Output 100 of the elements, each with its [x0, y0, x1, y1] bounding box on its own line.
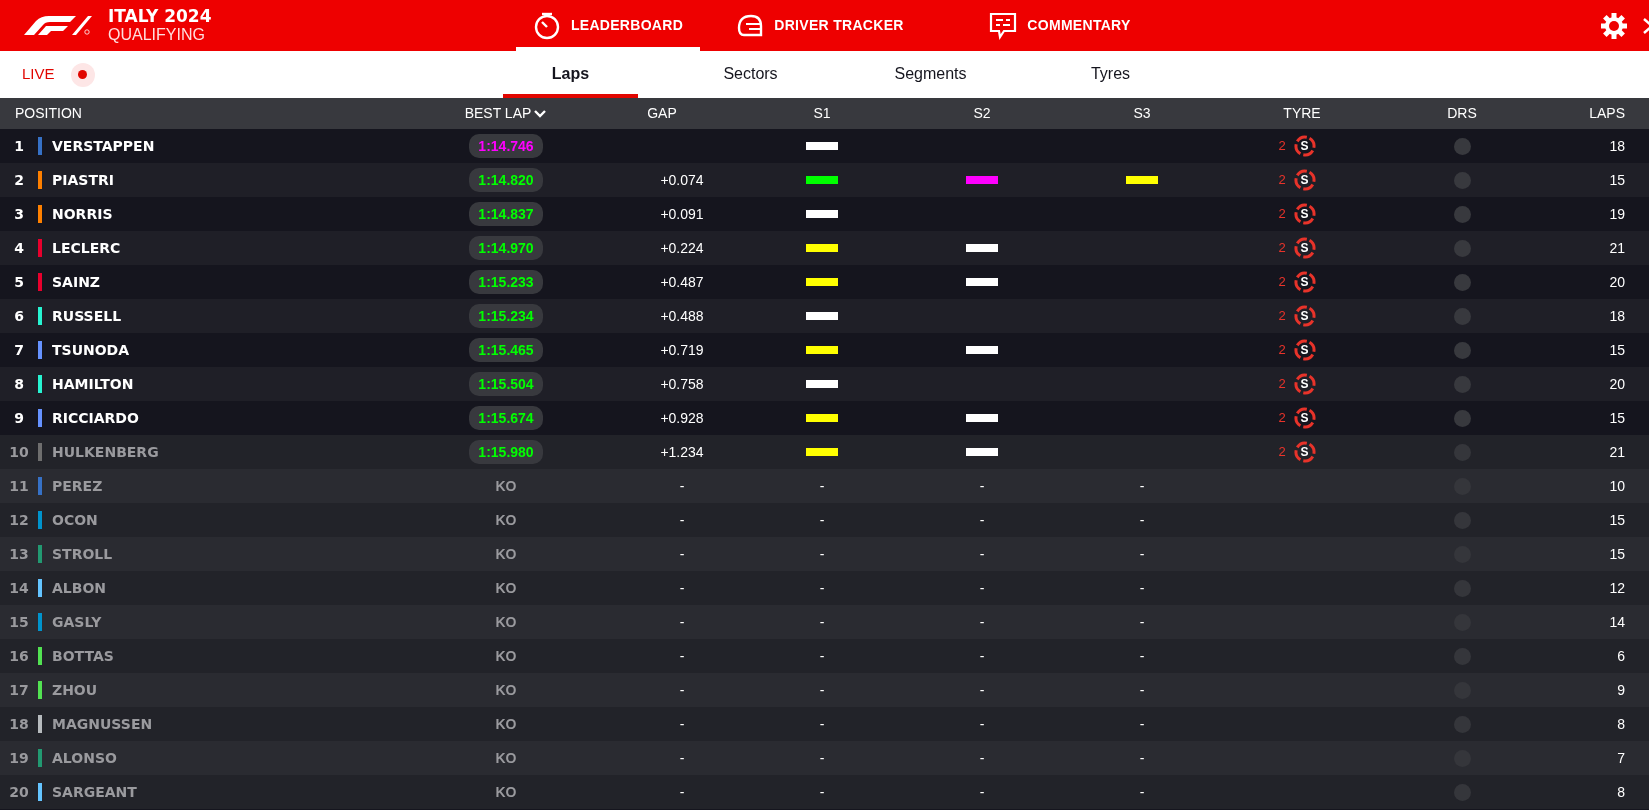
column-header[interactable]: BEST LAP	[464, 103, 532, 124]
driver-name: HULKENBERG	[51, 442, 160, 462]
sector-value: -	[819, 510, 825, 530]
knocked-out-label: KO	[495, 680, 517, 700]
knocked-out-label: KO	[495, 510, 517, 530]
position-number: 17	[8, 680, 30, 700]
nav-tab[interactable]: COMMENTARY	[940, 0, 1180, 51]
position-number: 3	[13, 204, 25, 224]
gap-value: +0.719	[660, 340, 704, 360]
laps-count: 6	[1617, 647, 1625, 664]
drs-indicator-icon	[1453, 375, 1471, 393]
sector-value: -	[979, 612, 985, 632]
column-header: S3	[1133, 104, 1151, 123]
knocked-out-label: KO	[495, 476, 517, 496]
position-number: 18	[8, 714, 30, 734]
driver-name: ALONSO	[51, 748, 118, 768]
sector-value: -	[979, 782, 985, 802]
knocked-out-label: KO	[495, 748, 517, 768]
view-tab[interactable]: Segments	[863, 51, 998, 98]
settings-icon[interactable]	[1599, 10, 1629, 41]
laps-count: 14	[1609, 613, 1625, 630]
column-header: POSITION	[15, 105, 82, 121]
sector-value: -	[1139, 578, 1145, 598]
knocked-out-label: KO	[495, 578, 517, 598]
laps-count: 19	[1609, 205, 1625, 222]
driver-name: RICCIARDO	[51, 408, 140, 428]
position-number: 20	[8, 782, 30, 802]
drs-indicator-icon	[1453, 409, 1471, 427]
column-header: S1	[813, 104, 831, 123]
tyre-compound: S	[1293, 339, 1316, 361]
sector-value: -	[1139, 646, 1145, 666]
helmet-icon	[736, 12, 765, 39]
gap-value: -	[679, 510, 685, 530]
gap-value: -	[679, 748, 685, 768]
gap-value: +0.074	[660, 170, 704, 190]
sector-value: -	[819, 646, 825, 666]
laps-count: 18	[1609, 307, 1625, 324]
tyre-compound: S	[1293, 305, 1316, 327]
position-number: 13	[8, 544, 30, 564]
tyre-compound: S	[1293, 271, 1316, 293]
sector-value: -	[819, 544, 825, 564]
sector-value: -	[1139, 510, 1145, 530]
drs-indicator-icon	[1453, 307, 1471, 325]
position-number: 5	[13, 272, 25, 292]
tyre-compound: S	[1293, 441, 1316, 463]
laps-count: 8	[1617, 783, 1625, 800]
position-number: 2	[13, 170, 25, 190]
gap-value: +0.488	[660, 306, 704, 326]
drs-indicator-icon	[1453, 137, 1471, 155]
lap-time: 1:15.674	[469, 406, 543, 430]
view-tab[interactable]: Tyres	[1043, 51, 1178, 98]
sector-value: -	[819, 476, 825, 496]
laps-count: 15	[1609, 409, 1625, 426]
laps-count: 21	[1609, 239, 1625, 256]
driver-name: PEREZ	[51, 476, 104, 496]
position-number: 15	[8, 612, 30, 632]
nav-tab[interactable]: DRIVER TRACKER	[700, 0, 940, 51]
position-number: 14	[8, 578, 30, 598]
position-number: 11	[8, 476, 30, 496]
lap-time: 1:15.980	[469, 440, 543, 464]
driver-name: LECLERC	[51, 238, 122, 258]
driver-name: TSUNODA	[51, 340, 131, 360]
sort-chevron-icon[interactable]	[533, 108, 548, 119]
lap-time: 1:14.837	[469, 202, 543, 226]
laps-count: 15	[1609, 511, 1625, 528]
position-number: 16	[8, 646, 30, 666]
lap-time: 1:15.234	[469, 304, 543, 328]
lap-time: 1:14.820	[469, 168, 543, 192]
column-header: GAP	[647, 104, 677, 123]
driver-name: OCON	[51, 510, 99, 530]
sector-value: -	[1139, 680, 1145, 700]
tyre-compound: S	[1293, 373, 1316, 395]
tyre-age: 2	[1278, 137, 1286, 156]
driver-name: RUSSELL	[51, 306, 123, 326]
gap-value: -	[679, 544, 685, 564]
driver-name: SAINZ	[51, 272, 101, 292]
tyre-compound: S	[1293, 407, 1316, 429]
lap-time: 1:15.233	[469, 270, 543, 294]
view-tab[interactable]: Sectors	[683, 51, 818, 98]
sector-value: -	[819, 578, 825, 598]
sector-value: -	[979, 578, 985, 598]
laps-count: 12	[1609, 579, 1625, 596]
sector-value: -	[979, 544, 985, 564]
sector-value: -	[979, 680, 985, 700]
driver-name: ZHOU	[51, 680, 99, 700]
driver-name: VERSTAPPEN	[51, 136, 156, 156]
sector-value: -	[1139, 748, 1145, 768]
tyre-age: 2	[1278, 409, 1286, 428]
gap-value: -	[679, 680, 685, 700]
tyre-compound: S	[1293, 237, 1316, 259]
laps-count: 21	[1609, 443, 1625, 460]
drs-indicator-icon	[1453, 273, 1471, 291]
gap-value: -	[679, 476, 685, 496]
laps-count: 10	[1609, 477, 1625, 494]
sector-value: -	[979, 748, 985, 768]
tyre-age: 2	[1278, 171, 1286, 190]
sector-value: -	[819, 680, 825, 700]
lap-time: 1:15.465	[469, 338, 543, 362]
drs-indicator-icon	[1453, 341, 1471, 359]
driver-name: SARGEANT	[51, 782, 138, 802]
